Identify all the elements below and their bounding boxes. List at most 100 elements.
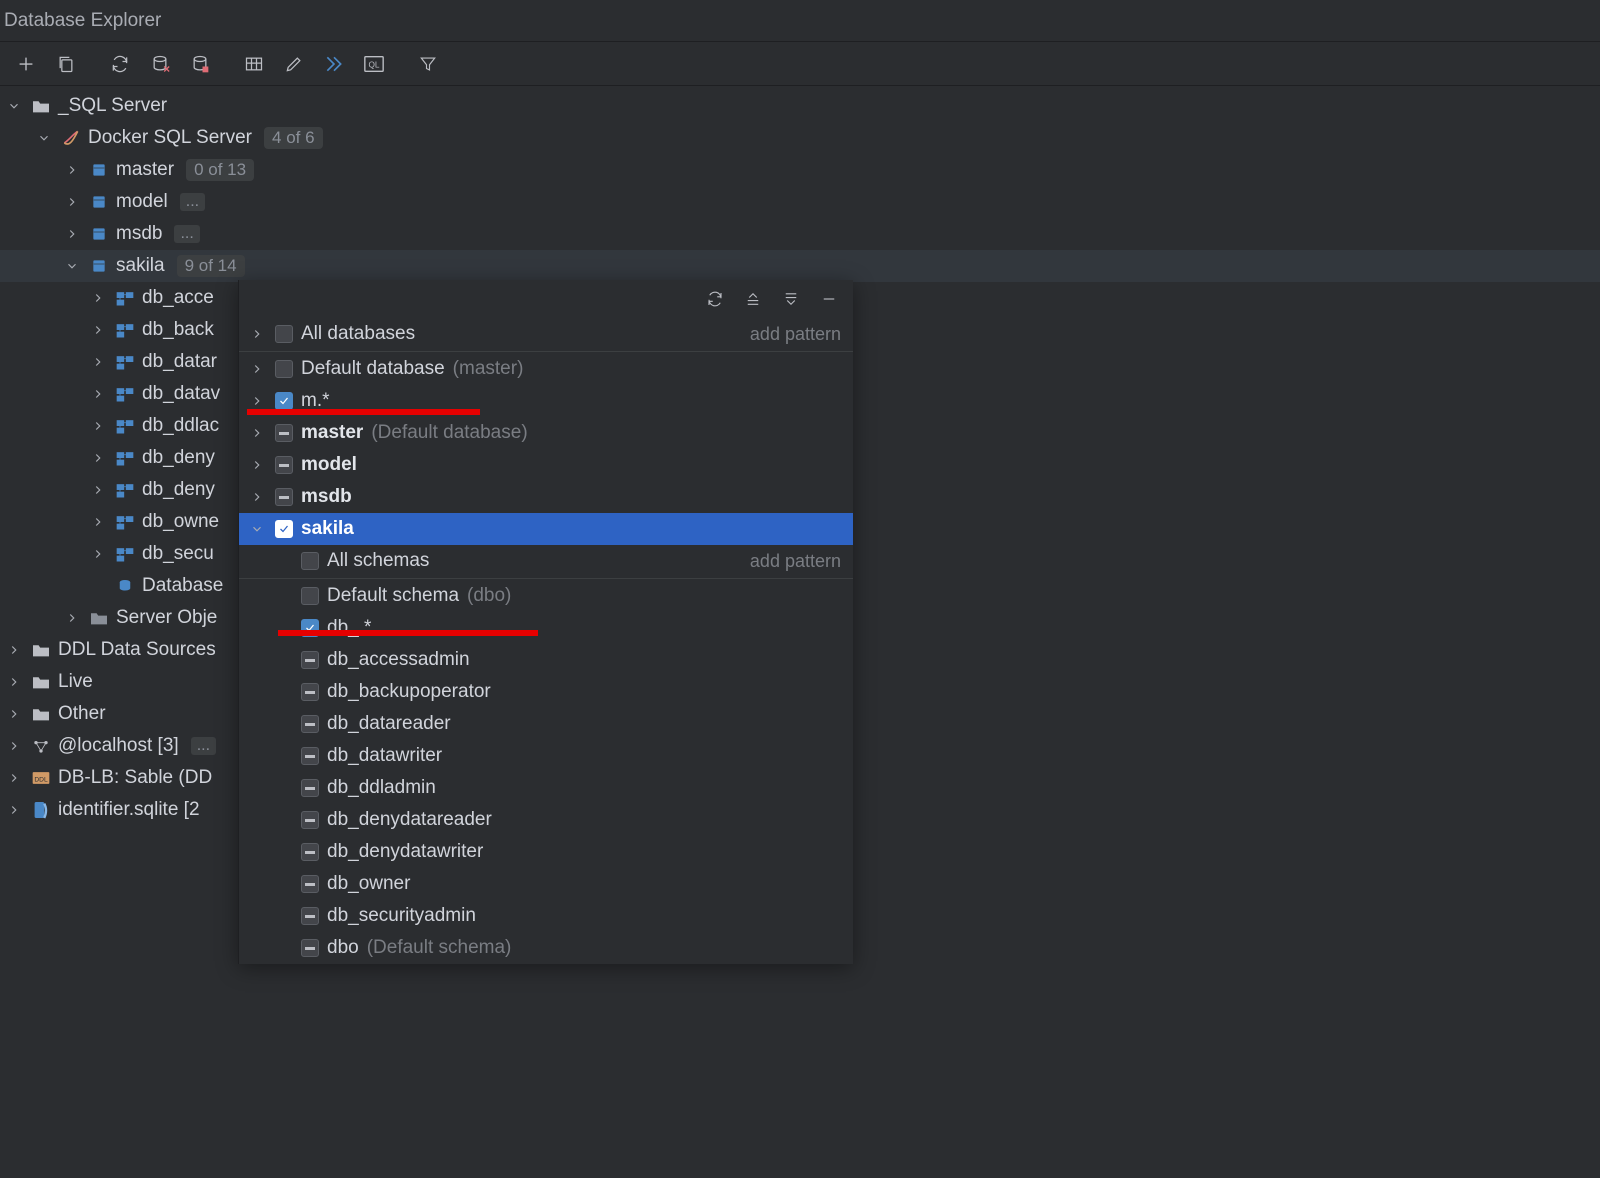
popup-db-sakila[interactable]: sakila (239, 513, 853, 545)
folder-icon (30, 671, 52, 693)
expand-all-button[interactable] (737, 283, 769, 315)
checkbox-mixed[interactable] (275, 488, 293, 506)
chevron-right-icon[interactable] (4, 640, 24, 660)
popup-schema-item[interactable]: db_datareader (239, 708, 853, 740)
chevron-right-icon[interactable] (88, 384, 108, 404)
checkbox-unchecked[interactable] (275, 325, 293, 343)
chevron-right-icon[interactable] (4, 672, 24, 692)
default-database-row[interactable]: Default database (master) (239, 353, 853, 385)
popup-schema-item[interactable]: db_backupoperator (239, 676, 853, 708)
chevron-right-icon[interactable] (247, 359, 267, 379)
checkbox-unchecked[interactable] (275, 360, 293, 378)
schema-pattern-row[interactable]: db_.* (239, 612, 853, 644)
checkbox-mixed[interactable] (301, 683, 319, 701)
checkbox-mixed[interactable] (301, 811, 319, 829)
tree-node-db-sakila[interactable]: sakila 9 of 14 (0, 250, 1600, 282)
chevron-right-icon[interactable] (88, 480, 108, 500)
checkbox-mixed[interactable] (275, 456, 293, 474)
chevron-right-icon[interactable] (62, 160, 82, 180)
tree-node-root[interactable]: _SQL Server (0, 90, 1600, 122)
edit-button[interactable] (274, 44, 314, 84)
chevron-down-icon[interactable] (62, 256, 82, 276)
chevron-right-icon[interactable] (247, 391, 267, 411)
popup-schema-item[interactable]: db_accessadmin (239, 644, 853, 676)
checkbox-checked[interactable] (275, 392, 293, 410)
popup-db-item[interactable]: master (Default database) (239, 417, 853, 449)
chevron-down-icon[interactable] (4, 96, 24, 116)
popup-schema-item[interactable]: db_ddladmin (239, 772, 853, 804)
all-schemas-label: All schemas (327, 550, 429, 572)
item-label: db_securityadmin (327, 905, 476, 927)
popup-db-item[interactable]: model (239, 449, 853, 481)
chevron-right-icon[interactable] (62, 608, 82, 628)
chevron-right-icon[interactable] (247, 487, 267, 507)
chevron-right-icon[interactable] (62, 192, 82, 212)
minimize-button[interactable] (813, 283, 845, 315)
chevron-right-icon[interactable] (4, 736, 24, 756)
chevron-down-icon[interactable] (34, 128, 54, 148)
popup-db-item[interactable]: msdb (239, 481, 853, 513)
checkbox-mixed[interactable] (301, 651, 319, 669)
schema-icon (114, 479, 136, 501)
popup-schema-item[interactable]: db_denydatareader (239, 804, 853, 836)
chevron-right-icon[interactable] (88, 544, 108, 564)
chevron-right-icon[interactable] (247, 423, 267, 443)
chevron-right-icon[interactable] (88, 288, 108, 308)
chevron-right-icon[interactable] (4, 800, 24, 820)
all-databases-row[interactable]: All databases add pattern (239, 318, 853, 350)
popup-schema-item[interactable]: db_datawriter (239, 740, 853, 772)
popup-schema-dbo[interactable]: dbo (Default schema) (239, 932, 853, 964)
tree-node-db-msdb[interactable]: msdb ... (0, 218, 1600, 250)
all-schemas-row[interactable]: All schemas add pattern (239, 545, 853, 577)
chevron-right-icon[interactable] (4, 704, 24, 724)
svg-text:DDL: DDL (34, 776, 48, 783)
refresh-button[interactable] (699, 283, 731, 315)
chevron-down-icon[interactable] (247, 519, 267, 539)
table-view-button[interactable] (234, 44, 274, 84)
node-label: db_ddlac (142, 415, 219, 437)
checkbox-checked[interactable] (275, 520, 293, 538)
checkbox-unchecked[interactable] (301, 587, 319, 605)
item-hint: (Default database) (371, 422, 527, 444)
add-pattern-link[interactable]: add pattern (750, 551, 853, 572)
item-label: db_owner (327, 873, 410, 895)
chevron-right-icon[interactable] (88, 320, 108, 340)
checkbox-mixed[interactable] (301, 875, 319, 893)
schema-selector-popup: All databases add pattern Default databa… (238, 280, 853, 964)
chevron-right-icon[interactable] (88, 512, 108, 532)
ql-button[interactable]: QL (354, 44, 394, 84)
popup-schema-item[interactable]: db_securityadmin (239, 900, 853, 932)
add-pattern-link[interactable]: add pattern (750, 324, 853, 345)
checkbox-mixed[interactable] (301, 779, 319, 797)
filter-button[interactable] (408, 44, 448, 84)
stop-button[interactable] (140, 44, 180, 84)
checkbox-mixed[interactable] (301, 715, 319, 733)
node-label: @localhost [3] (58, 735, 179, 757)
popup-schema-item[interactable]: db_owner (239, 868, 853, 900)
popup-schema-item[interactable]: db_denydatawriter (239, 836, 853, 868)
refresh-button[interactable] (100, 44, 140, 84)
chevron-right-icon[interactable] (62, 224, 82, 244)
checkbox-unchecked[interactable] (301, 552, 319, 570)
console-button[interactable] (314, 44, 354, 84)
chevron-right-icon[interactable] (4, 768, 24, 788)
chevron-right-icon[interactable] (88, 416, 108, 436)
tree-node-db-model[interactable]: model ... (0, 186, 1600, 218)
chevron-right-icon[interactable] (247, 455, 267, 475)
tree-node-db-master[interactable]: master 0 of 13 (0, 154, 1600, 186)
checkbox-mixed[interactable] (301, 907, 319, 925)
delete-ds-button[interactable] (180, 44, 220, 84)
schema-icon (114, 351, 136, 373)
default-schema-row[interactable]: Default schema (dbo) (239, 580, 853, 612)
tree-node-connection[interactable]: Docker SQL Server 4 of 6 (0, 122, 1600, 154)
chevron-right-icon[interactable] (88, 448, 108, 468)
checkbox-mixed[interactable] (301, 843, 319, 861)
checkbox-mixed[interactable] (275, 424, 293, 442)
checkbox-mixed[interactable] (301, 939, 319, 957)
collapse-all-button[interactable] (775, 283, 807, 315)
copy-button[interactable] (46, 44, 86, 84)
chevron-right-icon[interactable] (247, 324, 267, 344)
new-button[interactable] (6, 44, 46, 84)
checkbox-mixed[interactable] (301, 747, 319, 765)
chevron-right-icon[interactable] (88, 352, 108, 372)
